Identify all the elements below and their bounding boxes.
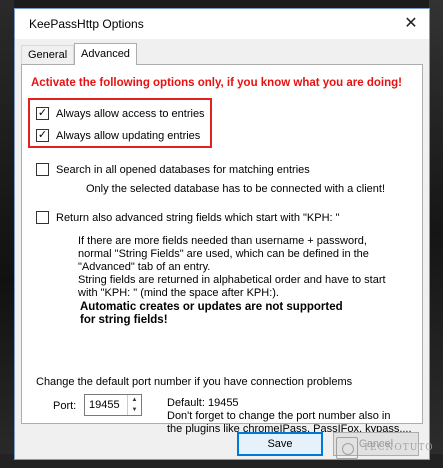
spin-up-icon[interactable]: ▲: [128, 395, 141, 405]
port-stepper[interactable]: 19455 ▲ ▼: [84, 394, 142, 416]
string-fields-checkbox[interactable]: [36, 211, 49, 224]
port-note-line: Don't forget to change the port number a…: [167, 410, 391, 422]
allow-access-checkbox[interactable]: ✓: [36, 107, 49, 120]
options-dialog: KeePassHttp Options ✕ General Advanced A…: [14, 8, 430, 460]
note-line: String fields are returned in alphabetic…: [78, 274, 386, 286]
search-all-note: Only the selected database has to be con…: [86, 183, 386, 195]
save-button[interactable]: Save: [237, 432, 323, 456]
background-left: [0, 0, 14, 468]
watermark-logo-icon: [336, 437, 358, 459]
port-default-note: Default: 19455 Don't forget to change th…: [167, 397, 412, 436]
note-line: If there are more fields needed than use…: [78, 235, 367, 247]
allow-updating-option[interactable]: ✓ Always allow updating entries: [36, 129, 200, 142]
warning-line: Automatic creates or updates are not sup…: [80, 301, 343, 313]
window-title: KeePassHttp Options: [29, 17, 144, 31]
tab-general[interactable]: General: [21, 45, 74, 65]
allow-updating-label: Always allow updating entries: [56, 129, 201, 142]
advanced-tab-panel: Activate the following options only, if …: [21, 64, 423, 435]
allow-access-option[interactable]: ✓ Always allow access to entries: [36, 107, 205, 120]
port-section-label: Change the default port number if you ha…: [36, 376, 353, 388]
note-line: normal "String Fields" are used, which c…: [78, 248, 369, 260]
allow-access-label: Always allow access to entries: [56, 107, 205, 120]
warning-line: for string fields!: [80, 314, 168, 326]
search-all-checkbox[interactable]: [36, 163, 49, 176]
checkmark-icon: ✓: [37, 107, 48, 119]
search-all-option[interactable]: Search in all opened databases for match…: [36, 163, 310, 176]
checkmark-icon: ✓: [37, 129, 48, 141]
port-input[interactable]: 19455: [85, 395, 127, 415]
string-fields-warning: Automatic creates or updates are not sup…: [80, 301, 343, 327]
string-fields-option[interactable]: Return also advanced string fields which…: [36, 211, 340, 224]
background-right: [429, 0, 443, 468]
note-line: "Advanced" tab of an entry.: [78, 261, 211, 273]
warning-text: Activate the following options only, if …: [31, 77, 402, 89]
title-bar: KeePassHttp Options ✕: [15, 9, 429, 39]
string-fields-note: If there are more fields needed than use…: [78, 235, 386, 300]
close-icon[interactable]: ✕: [403, 16, 419, 32]
watermark: TECNOTUTO: [336, 434, 436, 462]
watermark-text: TECNOTUTO: [363, 443, 434, 453]
string-fields-label: Return also advanced string fields which…: [56, 211, 340, 224]
allow-updating-checkbox[interactable]: ✓: [36, 129, 49, 142]
search-all-label: Search in all opened databases for match…: [56, 163, 310, 176]
dialog-client: General Advanced Activate the following …: [15, 39, 429, 459]
port-label: Port:: [53, 400, 77, 412]
spin-down-icon[interactable]: ▼: [128, 405, 141, 415]
port-default: Default: 19455: [167, 397, 239, 409]
port-spin-buttons: ▲ ▼: [127, 395, 141, 415]
tab-advanced[interactable]: Advanced: [74, 43, 137, 65]
note-line: with "KPH: " (mind the space after KPH:)…: [78, 287, 279, 299]
